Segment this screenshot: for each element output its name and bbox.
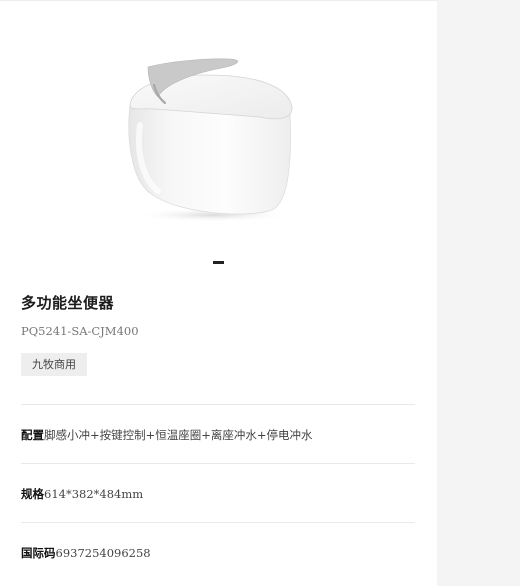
product-title: 多功能坐便器 (21, 294, 115, 312)
product-image[interactable] (110, 45, 320, 230)
spec-value: 614*382*484mm (44, 487, 144, 501)
spec-row-barcode: 国际码6937254096258 (21, 545, 151, 561)
side-panel (437, 0, 520, 586)
top-divider (0, 0, 437, 1)
product-tag[interactable]: 九牧商用 (21, 353, 87, 376)
divider (21, 463, 415, 464)
spec-value: 6937254096258 (55, 546, 151, 560)
divider (21, 522, 415, 523)
carousel-indicator[interactable] (213, 261, 224, 264)
divider (21, 404, 415, 405)
spec-label: 国际码 (21, 546, 56, 560)
spec-label: 配置 (21, 428, 44, 442)
spec-value: 脚感小冲+按键控制+恒温座圈+离座冲水+停电冲水 (44, 428, 313, 442)
spec-row-config: 配置脚感小冲+按键控制+恒温座圈+离座冲水+停电冲水 (21, 427, 313, 443)
spec-label: 规格 (21, 487, 44, 501)
product-model-number: PQ5241-SA-CJM400 (21, 324, 139, 338)
spec-row-size: 规格614*382*484mm (21, 486, 143, 502)
